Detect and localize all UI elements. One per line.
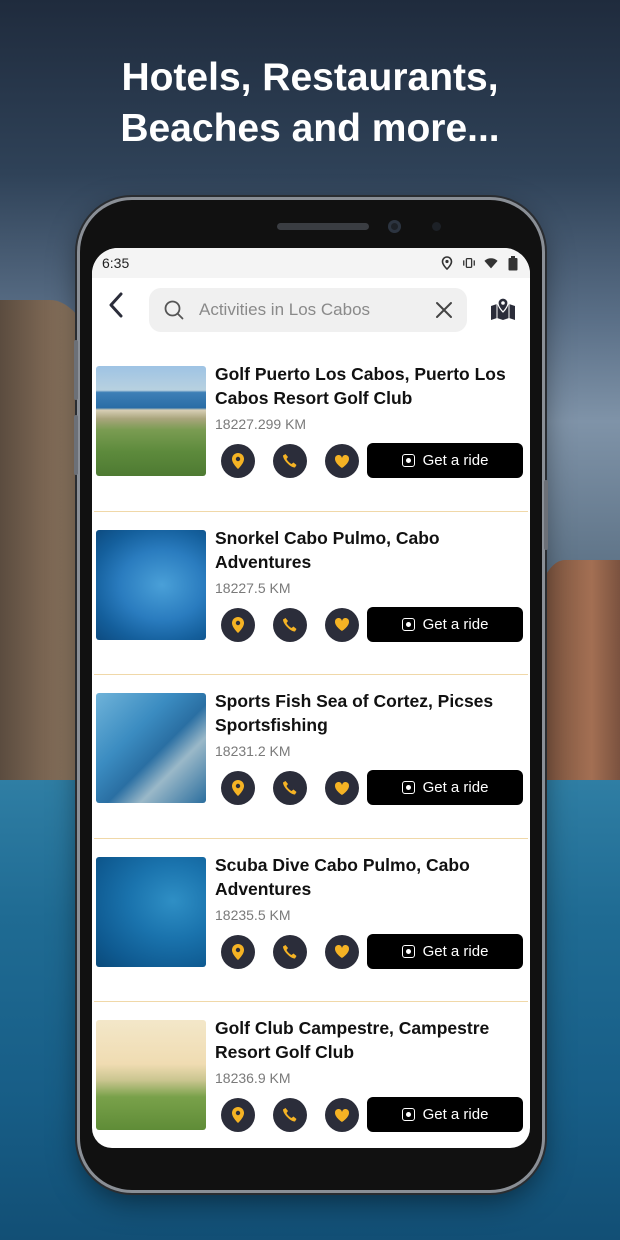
get-a-ride-label: Get a ride <box>422 615 489 633</box>
activity-title: Scuba Dive Cabo Pulmo, Cabo Adventures <box>215 854 470 899</box>
ride-icon <box>401 944 415 958</box>
phone-icon <box>283 944 297 959</box>
ride-icon <box>401 1108 415 1121</box>
ride-icon <box>401 617 415 631</box>
status-bar: 6:35 <box>92 248 530 278</box>
phone-icon <box>283 1108 297 1122</box>
activity-image <box>96 856 206 967</box>
activity-image <box>96 1020 206 1130</box>
phone-volume-button <box>74 415 78 475</box>
activity-distance: 18227.5 KM <box>215 579 291 596</box>
location-status-icon <box>440 256 454 270</box>
status-icons <box>440 255 520 270</box>
activity-card[interactable]: Snorkel Cabo Pulmo, Cabo Adventures 1822… <box>94 512 528 675</box>
ride-icon <box>401 454 415 467</box>
search-input[interactable] <box>197 299 421 321</box>
activity-card[interactable]: Golf Club Campestre, Campestre Resort Go… <box>94 1002 528 1148</box>
favorite-button[interactable] <box>325 444 359 478</box>
call-button[interactable] <box>273 607 307 642</box>
favorite-button[interactable] <box>325 771 359 805</box>
activity-title: Snorkel Cabo Pulmo, Cabo Adventures <box>215 527 440 572</box>
location-pin-icon <box>232 453 244 469</box>
map-icon <box>491 298 515 320</box>
app-screen: 6:35 Activities in Los Cabos Golf Puerto… <box>92 248 530 1148</box>
activity-distance: 18231.2 KM <box>215 743 291 759</box>
location-button[interactable] <box>221 771 255 805</box>
phone-frame: 6:35 Activities in Los Cabos Golf Puerto… <box>74 200 548 1190</box>
get-a-ride-label: Get a ride <box>422 779 489 796</box>
vibrate-icon <box>462 256 476 270</box>
location-pin-icon <box>232 616 244 633</box>
location-pin-icon <box>232 780 244 796</box>
activity-image <box>96 366 206 476</box>
activity-card[interactable]: Scuba Dive Cabo Pulmo, Cabo Adventures 1… <box>94 839 528 1002</box>
location-button[interactable] <box>221 934 255 969</box>
heart-icon <box>334 944 350 958</box>
get-a-ride-button[interactable]: Get a ride <box>367 933 523 969</box>
search-box <box>149 288 467 332</box>
heart-icon <box>334 781 350 795</box>
phone-icon <box>283 454 297 468</box>
get-a-ride-label: Get a ride <box>422 942 489 960</box>
get-a-ride-label: Get a ride <box>422 452 489 469</box>
get-a-ride-button[interactable]: Get a ride <box>367 1097 523 1132</box>
call-button[interactable] <box>273 934 307 969</box>
get-a-ride-label: Get a ride <box>422 1106 489 1123</box>
activity-title: Golf Puerto Los Cabos, Puerto Los Cabos … <box>215 364 506 408</box>
promo-headline: Hotels, Restaurants, Beaches and more... <box>0 52 620 154</box>
heart-icon <box>334 454 350 468</box>
phone-icon <box>283 781 297 795</box>
location-button[interactable] <box>221 1098 255 1132</box>
favorite-button[interactable] <box>325 607 359 642</box>
back-button[interactable] <box>96 285 136 325</box>
activity-image <box>96 529 206 640</box>
call-button[interactable] <box>273 444 307 478</box>
location-button[interactable] <box>221 444 255 478</box>
call-button[interactable] <box>273 1098 307 1132</box>
activity-card[interactable]: Sports Fish Sea of Cortez, Picses Sports… <box>94 675 528 839</box>
heart-icon <box>334 617 350 631</box>
activity-image <box>96 693 206 803</box>
get-a-ride-button[interactable]: Get a ride <box>367 443 523 478</box>
activity-distance: 18235.5 KM <box>215 906 291 923</box>
close-icon <box>436 302 452 318</box>
favorite-button[interactable] <box>325 934 359 969</box>
battery-icon <box>506 255 520 270</box>
location-pin-icon <box>232 1107 244 1123</box>
location-pin-icon <box>232 943 244 960</box>
ride-icon <box>401 781 415 794</box>
map-view-button[interactable] <box>488 295 518 325</box>
activity-distance: 18227.299 KM <box>215 416 307 432</box>
phone-sensor <box>432 222 441 231</box>
activity-list: Golf Puerto Los Cabos, Puerto Los Cabos … <box>92 348 530 1148</box>
search-toolbar <box>92 278 530 332</box>
phone-icon <box>283 617 297 632</box>
status-time: 6:35 <box>102 255 130 271</box>
clear-search-button[interactable] <box>433 299 455 321</box>
activity-distance: 18236.9 KM <box>215 1070 291 1086</box>
phone-camera <box>388 220 401 233</box>
phone-power-button <box>544 480 548 550</box>
chevron-left-icon <box>109 292 123 318</box>
activity-title: Golf Club Campestre, Campestre Resort Go… <box>215 1018 490 1062</box>
favorite-button[interactable] <box>325 1098 359 1132</box>
call-button[interactable] <box>273 771 307 805</box>
get-a-ride-button[interactable]: Get a ride <box>367 770 523 805</box>
promo-headline-line2: Beaches and more... <box>120 107 500 150</box>
promo-headline-line1: Hotels, Restaurants, <box>121 56 499 99</box>
phone-volume-button <box>74 340 78 400</box>
activity-card[interactable]: Golf Puerto Los Cabos, Puerto Los Cabos … <box>94 348 528 512</box>
heart-icon <box>334 1108 350 1122</box>
search-icon <box>163 299 185 321</box>
phone-speaker <box>277 223 369 230</box>
activity-title: Sports Fish Sea of Cortez, Picses Sports… <box>215 691 494 735</box>
get-a-ride-button[interactable]: Get a ride <box>367 606 523 642</box>
location-button[interactable] <box>221 607 255 642</box>
wifi-icon <box>484 256 498 270</box>
